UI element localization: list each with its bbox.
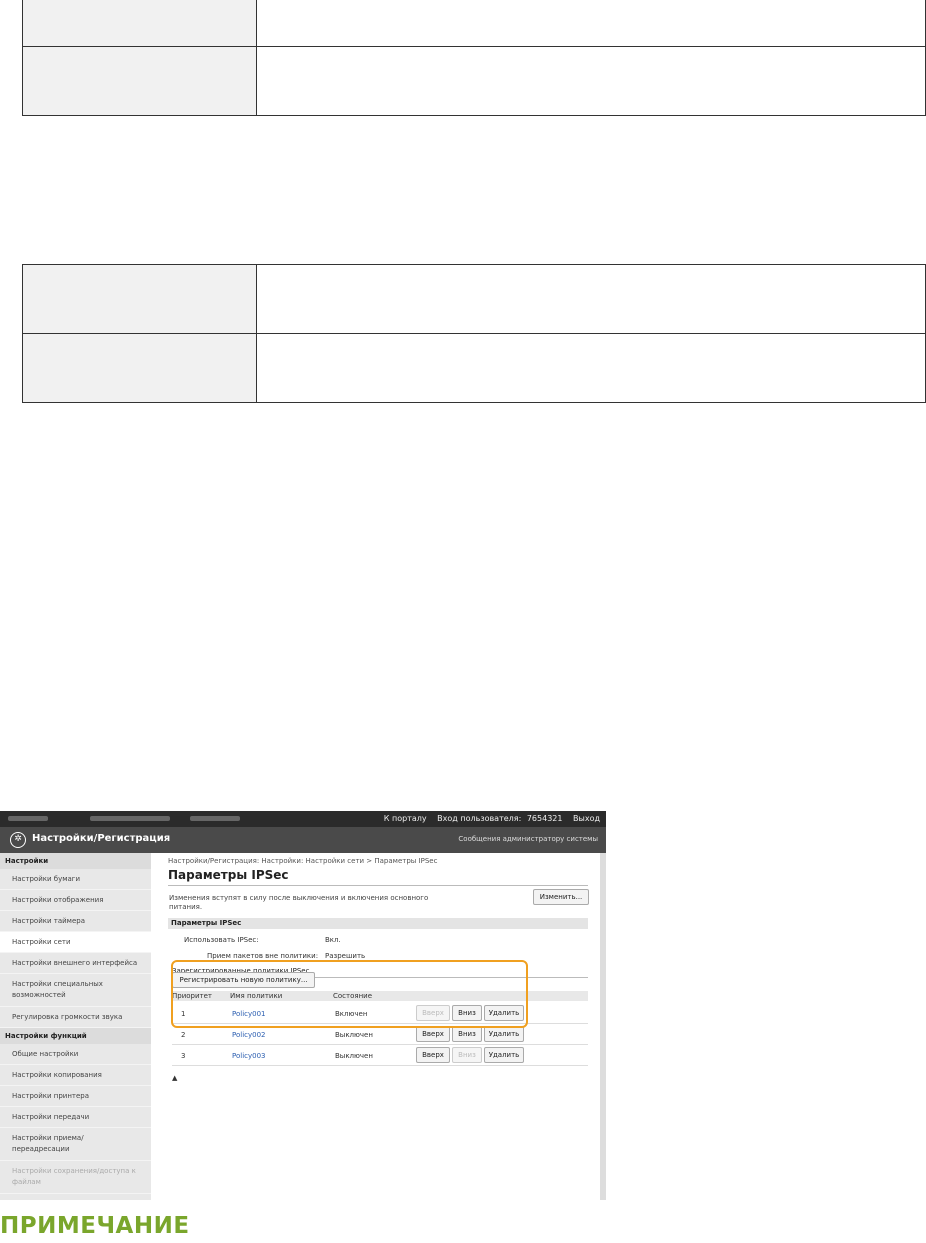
table1-row2-label xyxy=(22,45,257,116)
top-links: К порталу Вход пользователя: 7654321 Вых… xyxy=(376,814,600,823)
sidebar-item-volume[interactable]: Регулировка громкости звука xyxy=(0,1007,151,1028)
move-up-button[interactable]: Вверх xyxy=(416,1026,450,1042)
row-status: Выключен xyxy=(335,1052,373,1060)
top-bar: К порталу Вход пользователя: 7654321 Вых… xyxy=(0,811,606,827)
row-policy-link[interactable]: Policy002 xyxy=(232,1031,266,1039)
sidebar-item-network[interactable]: Настройки сети xyxy=(0,932,151,953)
sidebar-section-functions: Настройки функций xyxy=(0,1028,151,1044)
breadcrumb: Настройки/Регистрация: Настройки: Настро… xyxy=(168,857,438,865)
sidebar-item-accessibility[interactable]: Настройки специальных возможностей xyxy=(0,974,151,1007)
table1-row1-label xyxy=(22,0,257,47)
table2-row2-label xyxy=(22,333,257,403)
row-priority: 2 xyxy=(181,1031,186,1039)
use-ipsec-value: Вкл. xyxy=(325,936,341,944)
use-ipsec-label: Использовать IPSec: xyxy=(184,936,259,944)
login-label: Вход пользователя: xyxy=(437,814,522,823)
portal-link[interactable]: К порталу xyxy=(384,814,427,823)
table1-row1-value xyxy=(256,0,926,47)
delete-button[interactable]: Удалить xyxy=(484,1047,524,1063)
note-heading: ПРИМЕЧАНИЕ xyxy=(0,1213,190,1239)
scroll-to-top-icon[interactable]: ▲ xyxy=(172,1074,177,1082)
ipsec-settings-screenshot: К порталу Вход пользователя: 7654321 Вых… xyxy=(0,811,606,1200)
sidebar-item-timer[interactable]: Настройки таймера xyxy=(0,911,151,932)
packets-value: Разрешить xyxy=(325,952,366,960)
row-policy-link[interactable]: Policy003 xyxy=(232,1052,266,1060)
table-row: 3 Policy003 Выключен xyxy=(172,1045,588,1066)
admin-message-link[interactable]: Сообщения администратору системы xyxy=(458,835,598,843)
sidebar-item-receive[interactable]: Настройки приема/переадресации xyxy=(0,1128,151,1161)
restart-note-line2: питания. xyxy=(169,903,203,911)
sidebar-item-display[interactable]: Настройки отображения xyxy=(0,890,151,911)
page-title: Параметры IPSec xyxy=(168,868,289,882)
sidebar-item-printer[interactable]: Настройки принтера xyxy=(0,1086,151,1107)
sidebar-section-settings: Настройки xyxy=(0,853,151,869)
move-up-button[interactable]: Вверх xyxy=(416,1047,450,1063)
sidebar-item-store-access[interactable]: Настройки сохранения/доступа к файлам xyxy=(0,1161,151,1194)
settings-logo-icon: ✲ xyxy=(10,832,26,848)
title-divider xyxy=(168,885,588,886)
restart-note: Изменения вступят в силу после выключени… xyxy=(169,894,449,912)
table2-row1-label xyxy=(22,264,257,334)
sidebar: Настройки Настройки бумаги Настройки ото… xyxy=(0,853,151,1200)
row-priority: 3 xyxy=(181,1052,186,1060)
user-id: 7654321 xyxy=(526,814,563,823)
sidebar-item-common[interactable]: Общие настройки xyxy=(0,1044,151,1065)
table2-row1-value xyxy=(256,264,926,334)
sidebar-item-external-interface[interactable]: Настройки внешнего интерфейса xyxy=(0,953,151,974)
doc-table-2 xyxy=(22,264,926,403)
section-ipsec-params: Параметры IPSec xyxy=(168,918,588,929)
doc-table-1 xyxy=(22,0,926,116)
edit-button[interactable]: Изменить... xyxy=(533,889,589,905)
blurred-text xyxy=(8,816,48,821)
sidebar-item-send[interactable]: Настройки передачи xyxy=(0,1107,151,1128)
table2-row2-value xyxy=(256,333,926,403)
app-header: ✲ Настройки/Регистрация Сообщения админи… xyxy=(0,827,606,853)
blurred-text xyxy=(90,816,170,821)
sidebar-item-paper[interactable]: Настройки бумаги xyxy=(0,869,151,890)
move-down-button[interactable]: Вниз xyxy=(452,1026,482,1042)
packets-label: Прием пакетов вне политики: xyxy=(207,952,319,960)
logout-link[interactable]: Выход xyxy=(573,814,600,823)
blurred-text xyxy=(190,816,240,821)
scrollbar[interactable] xyxy=(600,853,606,1200)
table1-row2-value xyxy=(256,45,926,116)
sidebar-item-copy[interactable]: Настройки копирования xyxy=(0,1065,151,1086)
app-title: Настройки/Регистрация xyxy=(32,833,171,844)
restart-note-line1: Изменения вступят в силу после выключени… xyxy=(169,894,429,902)
row-status: Выключен xyxy=(335,1031,373,1039)
move-down-button[interactable]: Вниз xyxy=(452,1047,482,1063)
policies-highlight-frame xyxy=(171,960,528,1028)
delete-button[interactable]: Удалить xyxy=(484,1026,524,1042)
